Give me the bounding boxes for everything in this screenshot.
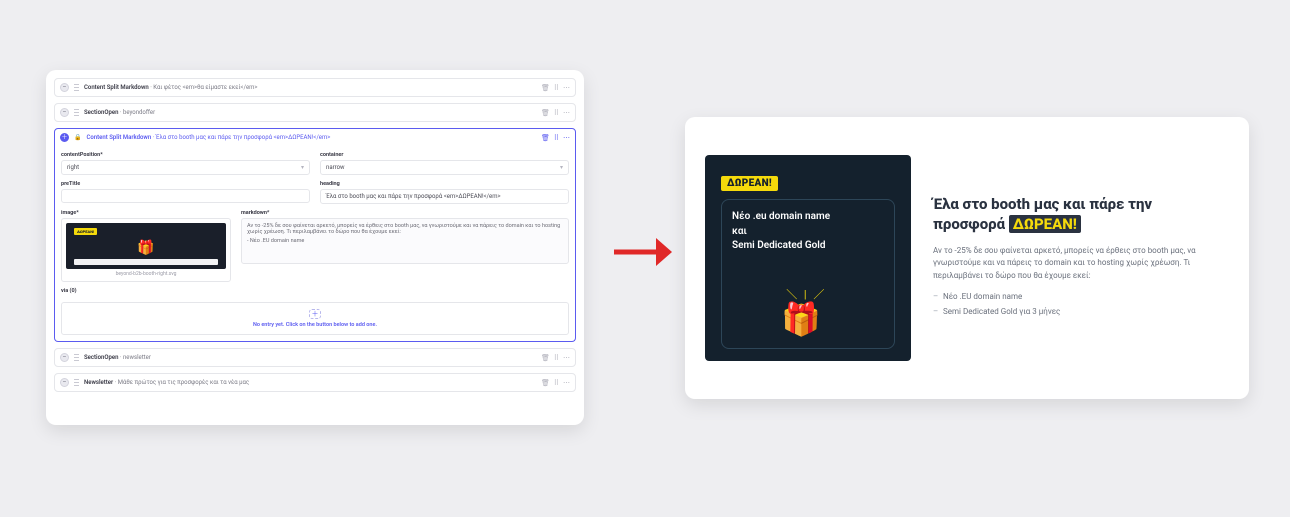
- drag-handle-icon[interactable]: [74, 379, 79, 386]
- image-thumbnail: ΔΩΡΕΑΝ! 🎁: [66, 223, 226, 269]
- gift-icon: 🎁: [137, 240, 154, 256]
- list-item: Νέο .EU domain name: [933, 292, 1223, 301]
- preview-list: Νέο .EU domain name Semi Dedicated Gold …: [933, 292, 1223, 322]
- field-markdown: markdown* Αν το -25% δε σου φαίνεται αρκ…: [241, 210, 569, 282]
- chevron-down-icon: ▾: [301, 164, 304, 171]
- field-label: contentPosition*: [61, 152, 310, 158]
- field-container: container narrow ▾: [320, 152, 569, 175]
- block-title: SectionOpen · newsletter: [84, 354, 536, 361]
- drag-icon[interactable]: ⠿: [554, 354, 559, 362]
- drag-icon[interactable]: ⠿: [554, 379, 559, 387]
- lock-icon: 🔒: [74, 134, 81, 141]
- promo-box: Νέο .eu domain name και Semi Dedicated G…: [721, 199, 895, 349]
- delete-icon[interactable]: 🗑: [541, 379, 550, 387]
- drag-handle-icon[interactable]: [74, 84, 79, 91]
- arrow-icon: [612, 232, 672, 272]
- block-section-open-2[interactable]: – SectionOpen · newsletter 🗑 ⠿ ⋯: [54, 348, 576, 367]
- gift-icon: 🎁: [781, 300, 821, 338]
- drag-icon[interactable]: ⠿: [554, 134, 559, 142]
- promo-badge: ΔΩΡΕΑΝ!: [721, 176, 778, 191]
- field-image: image* ΔΩΡΕΑΝ! 🎁 beyond-b2b-booth-right.…: [61, 210, 231, 282]
- block-newsletter[interactable]: – Newsletter · Μάθε πρώτος για τις προσφ…: [54, 373, 576, 392]
- field-pre-title: preTitle: [61, 181, 310, 204]
- preview-heading: Έλα στο booth μας και πάρε την προσφορά …: [933, 194, 1223, 235]
- empty-message: No entry yet. Click on the button below …: [253, 322, 377, 328]
- preview-paragraph: Αν το -25% δε σου φαίνεται αρκετό, μπορε…: [933, 245, 1223, 282]
- drag-handle-icon[interactable]: [74, 354, 79, 361]
- image-picker[interactable]: ΔΩΡΕΑΝ! 🎁 beyond-b2b-booth-right.svg: [61, 218, 231, 282]
- image-filename: beyond-b2b-booth-right.svg: [116, 271, 177, 277]
- block-title: Newsletter · Μάθε πρώτος για τις προσφορ…: [84, 379, 536, 386]
- field-heading: heading Έλα στο booth μας και πάρε την π…: [320, 181, 569, 204]
- drag-icon[interactable]: ⠿: [554, 84, 559, 92]
- preview-content: Έλα στο booth μας και πάρε την προσφορά …: [933, 137, 1223, 379]
- delete-icon[interactable]: 🗑: [541, 354, 550, 362]
- drag-icon[interactable]: ⠿: [554, 109, 559, 117]
- collapse-icon[interactable]: –: [60, 108, 69, 117]
- block-content-split-1[interactable]: – Content Split Markdown · Και φέτος <em…: [54, 78, 576, 97]
- delete-icon[interactable]: 🗑: [541, 109, 550, 117]
- drag-handle-icon[interactable]: [74, 109, 79, 116]
- more-icon[interactable]: ⋯: [563, 84, 570, 92]
- field-via: via (0) ＋ No entry yet. Click on the but…: [61, 288, 569, 335]
- add-entry-button[interactable]: ＋: [309, 309, 321, 319]
- block-title: Content Split Markdown · Και φέτος <em>θ…: [84, 84, 536, 91]
- delete-icon[interactable]: 🗑: [541, 134, 550, 142]
- collapse-icon[interactable]: –: [60, 378, 69, 387]
- block-title: Content Split Markdown · Έλα στο booth μ…: [86, 134, 535, 141]
- field-content-position: contentPosition* right ▾: [61, 152, 310, 175]
- pre-title-input[interactable]: [61, 189, 310, 203]
- more-icon[interactable]: ⋯: [563, 109, 570, 117]
- delete-icon[interactable]: 🗑: [541, 84, 550, 92]
- field-label: heading: [320, 181, 569, 187]
- active-block-body: contentPosition* right ▾ container narro…: [54, 146, 576, 342]
- field-label: preTitle: [61, 181, 310, 187]
- field-label: markdown*: [241, 210, 569, 216]
- expand-icon[interactable]: ＋: [60, 133, 69, 142]
- more-icon[interactable]: ⋯: [563, 134, 570, 142]
- content-position-select[interactable]: right ▾: [61, 160, 310, 175]
- list-item: Semi Dedicated Gold για 3 μήνες: [933, 307, 1223, 316]
- thumb-badge: ΔΩΡΕΑΝ!: [74, 228, 97, 235]
- more-icon[interactable]: ⋯: [563, 354, 570, 362]
- cms-editor-panel: – Content Split Markdown · Και φέτος <em…: [46, 70, 584, 425]
- chevron-down-icon: ▾: [560, 164, 563, 171]
- promo-image: ΔΩΡΕΑΝ! Νέο .eu domain name και Semi Ded…: [705, 155, 911, 361]
- rendered-preview-panel: ΔΩΡΕΑΝ! Νέο .eu domain name και Semi Ded…: [685, 117, 1249, 399]
- via-empty-state: ＋ No entry yet. Click on the button belo…: [61, 302, 569, 335]
- promo-text: Νέο .eu domain name και Semi Dedicated G…: [732, 210, 884, 254]
- block-title: SectionOpen · beyondoffer: [84, 109, 536, 116]
- block-section-open-1[interactable]: – SectionOpen · beyondoffer 🗑 ⠿ ⋯: [54, 103, 576, 122]
- heading-input[interactable]: Έλα στο booth μας και πάρε την προσφορά …: [320, 189, 569, 204]
- field-label: image*: [61, 210, 231, 216]
- block-content-split-active[interactable]: ＋ 🔒 Content Split Markdown · Έλα στο boo…: [54, 128, 576, 147]
- markdown-textarea[interactable]: Αν το -25% δε σου φαίνεται αρκετό, μπορε…: [241, 218, 569, 264]
- collapse-icon[interactable]: –: [60, 83, 69, 92]
- more-icon[interactable]: ⋯: [563, 379, 570, 387]
- field-label: via (0): [61, 288, 569, 294]
- field-label: container: [320, 152, 569, 158]
- collapse-icon[interactable]: –: [60, 353, 69, 362]
- container-select[interactable]: narrow ▾: [320, 160, 569, 175]
